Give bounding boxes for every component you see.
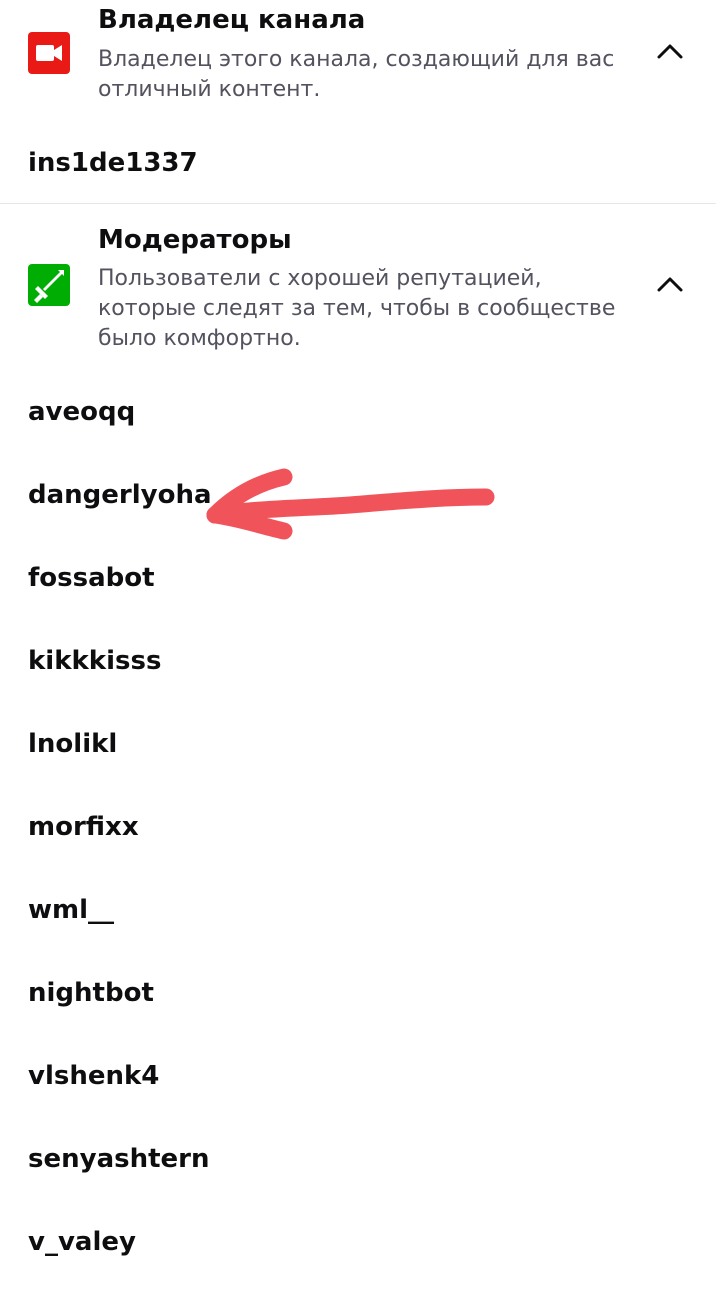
moderators-section-title: Модераторы bbox=[98, 225, 292, 255]
owner-section-description: Владелец этого канала, создающий для вас… bbox=[98, 47, 615, 102]
user-item-moderator[interactable]: vlshenk4 bbox=[28, 1059, 159, 1093]
user-item-moderator[interactable]: morfixx bbox=[28, 810, 139, 844]
owner-section-header: Владелец канала Владелец этого канала, с… bbox=[0, 0, 716, 130]
user-item-moderator[interactable]: wml__ bbox=[28, 893, 114, 927]
user-item-moderator[interactable]: lnolikl bbox=[28, 727, 117, 761]
user-item-moderator[interactable]: fossabot bbox=[28, 561, 155, 595]
camera-icon bbox=[28, 32, 70, 74]
user-item-moderator[interactable]: aveoqq bbox=[28, 395, 135, 429]
user-item-moderator[interactable]: kikkkisss bbox=[28, 644, 161, 678]
user-item-moderator[interactable]: v_valey bbox=[28, 1225, 136, 1259]
moderators-section-header: Модераторы Пользователи с хорошей репута… bbox=[0, 204, 716, 364]
chevron-up-icon[interactable] bbox=[650, 32, 690, 72]
user-item-moderator[interactable]: senyashtern bbox=[28, 1142, 210, 1176]
user-item-owner[interactable]: ins1de1337 bbox=[28, 146, 198, 180]
chevron-up-icon[interactable] bbox=[650, 265, 690, 305]
owner-section-title: Владелец канала bbox=[98, 5, 366, 35]
sword-icon bbox=[28, 264, 70, 306]
moderators-section-description: Пользователи с хорошей репутацией, котор… bbox=[98, 266, 616, 351]
user-item-moderator[interactable]: dangerlyoha bbox=[28, 478, 212, 512]
user-item-moderator[interactable]: nightbot bbox=[28, 976, 154, 1010]
